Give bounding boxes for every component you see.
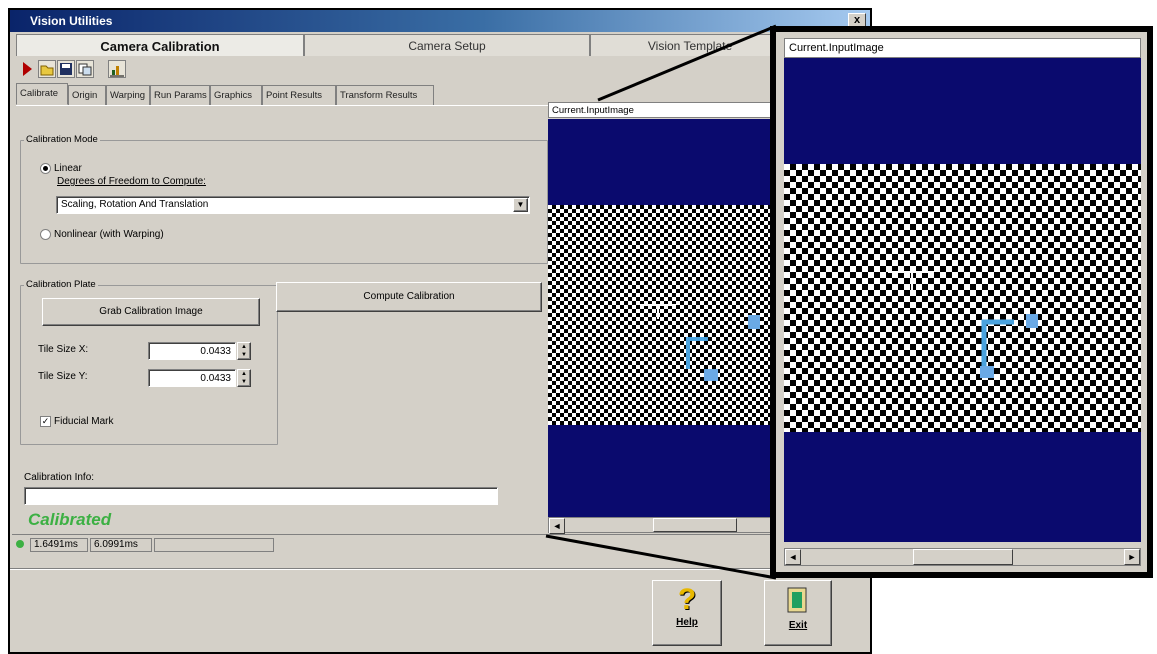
zoomed-image-panel: Current.InputImage ◄ ► [770, 26, 1153, 578]
zoom-image-view[interactable] [784, 58, 1141, 542]
zoom-scrollbar[interactable]: ◄ ► [784, 548, 1141, 566]
zoom-origin-axes-icon [888, 271, 1038, 378]
zoom-scroll-right-arrow[interactable]: ► [1124, 549, 1140, 565]
zoom-scroll-left-arrow[interactable]: ◄ [785, 549, 801, 565]
zoom-scroll-thumb[interactable] [913, 549, 1013, 565]
zoom-view-title: Current.InputImage [784, 38, 1141, 58]
